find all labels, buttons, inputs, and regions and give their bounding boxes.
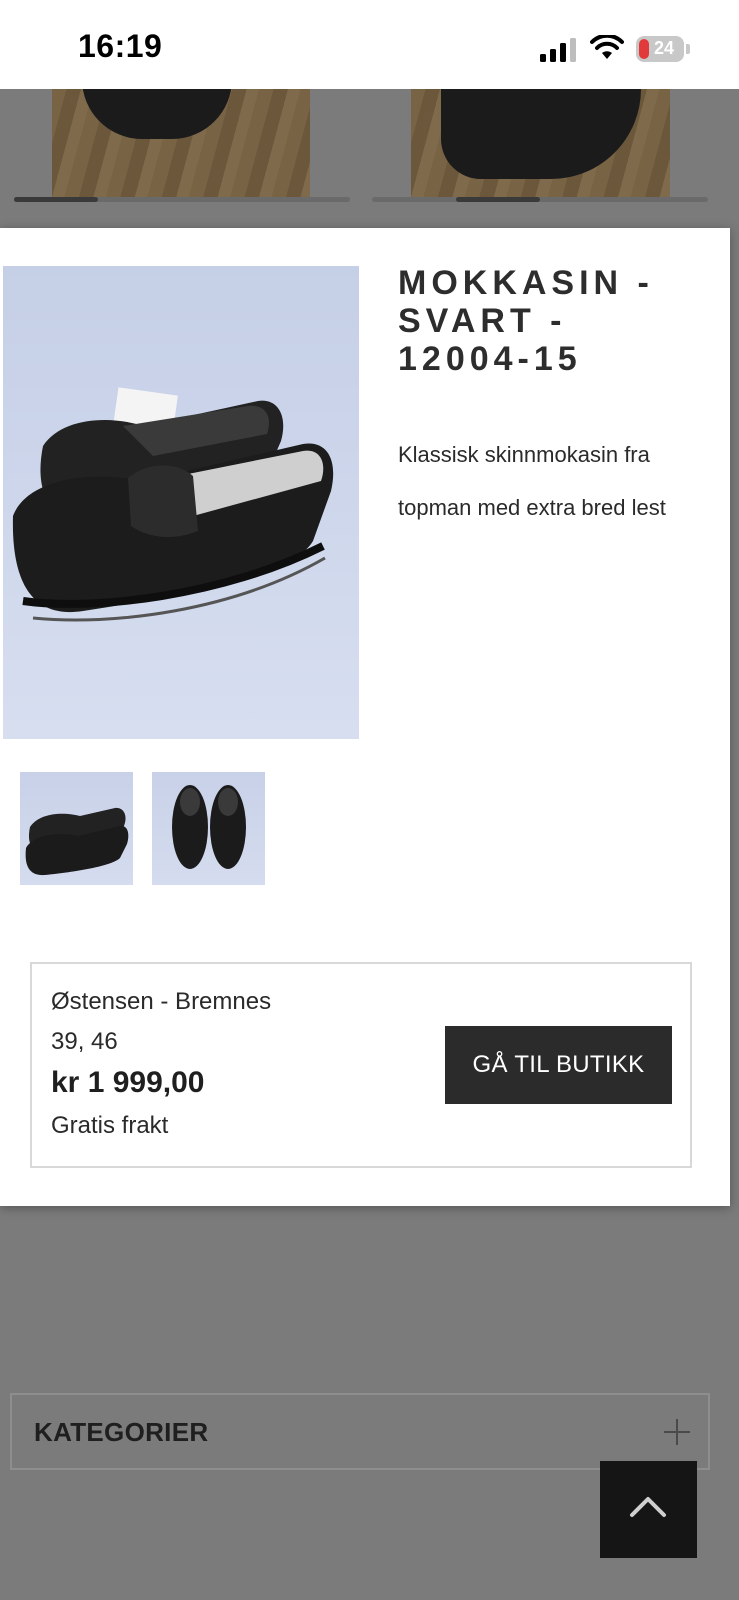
status-time: 16:19 <box>78 28 163 64</box>
offer-box: Østensen - Bremnes 39, 46 kr 1 999,00 Gr… <box>30 962 692 1168</box>
shop-name: Østensen - Bremnes <box>51 988 272 1015</box>
chevron-up-icon <box>630 1497 666 1517</box>
back-to-top-button[interactable] <box>600 1461 697 1558</box>
shoe-thumbnail-side <box>25 807 129 876</box>
product-main-image[interactable] <box>3 266 359 739</box>
image-carousel-scrollbar[interactable] <box>372 197 708 202</box>
product-thumbnail[interactable] <box>20 772 133 885</box>
signal-icon <box>540 38 576 62</box>
product-thumbnail[interactable] <box>152 772 265 885</box>
shoe-thumbnail-front <box>172 785 246 869</box>
battery-icon: 24 <box>636 36 690 62</box>
status-bar: 16:19 24 <box>0 0 739 89</box>
product-title: MOKKASIN - SVART - 12004-15 <box>398 264 654 378</box>
plus-icon[interactable] <box>664 1419 690 1445</box>
background-product-image[interactable] <box>52 89 310 201</box>
go-to-store-button[interactable]: GÅ TIL BUTIKK <box>445 1026 672 1104</box>
product-description: Klassisk skinnmokasin fra topman med ext… <box>398 442 666 520</box>
image-carousel-scrollbar[interactable] <box>14 197 350 202</box>
categories-label: KATEGORIER <box>34 1417 209 1447</box>
background-product-image[interactable] <box>411 89 670 201</box>
battery-level: 24 <box>653 38 675 58</box>
shipping-info: Gratis frakt <box>51 1112 169 1139</box>
available-sizes: 39, 46 <box>51 1028 118 1055</box>
wifi-icon <box>590 35 624 59</box>
price: kr 1 999,00 <box>51 1066 205 1099</box>
shoe-photo <box>12 387 334 622</box>
product-quickview-modal: MOKKASIN - SVART - 12004-15 Klassisk ski… <box>0 228 730 1206</box>
categories-accordion[interactable]: KATEGORIER <box>10 1393 710 1470</box>
